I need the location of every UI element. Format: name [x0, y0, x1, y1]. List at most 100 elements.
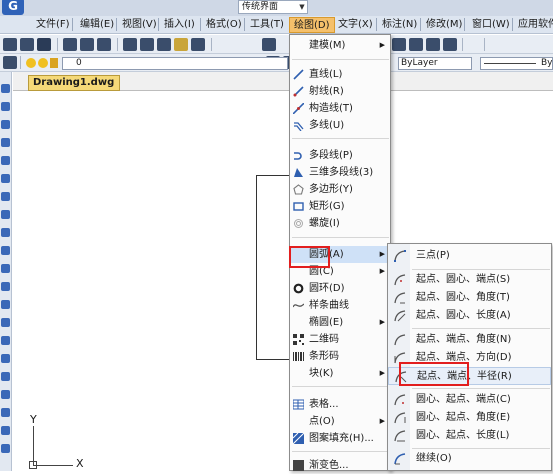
- wipeout-tool-icon[interactable]: [1, 408, 10, 417]
- line-icon: [293, 69, 304, 80]
- arc-item-center-start-length[interactable]: 圆心、起点、长度(L): [388, 427, 551, 445]
- design-center-icon[interactable]: [409, 38, 423, 51]
- revcloud-tool-icon[interactable]: [1, 228, 10, 237]
- draw-menu-item-point[interactable]: 点(O) ▶: [290, 413, 390, 430]
- menu-modify[interactable]: 修改(M): [426, 17, 462, 33]
- gradient-tool-icon[interactable]: [1, 336, 10, 345]
- draw-menu-item-spline[interactable]: 样条曲线: [290, 297, 390, 314]
- menu-tools[interactable]: 工具(T): [250, 17, 284, 33]
- menu-window[interactable]: 窗口(W): [472, 17, 510, 33]
- draw-menu-item-rectangle[interactable]: 矩形(G): [290, 198, 390, 215]
- publish-icon[interactable]: [97, 38, 111, 51]
- open-file-icon[interactable]: [20, 38, 34, 51]
- draw-menu-item-polygon[interactable]: 多边形(Y): [290, 181, 390, 198]
- cut-icon[interactable]: [123, 38, 137, 51]
- block-editor-icon[interactable]: [191, 38, 205, 51]
- drawn-rectangle-edge: [256, 175, 290, 176]
- properties-icon[interactable]: [392, 38, 406, 51]
- arc-item-start-center-length[interactable]: 起点、圆心、长度(A): [388, 307, 551, 325]
- menu-draw[interactable]: 绘图(D): [289, 17, 335, 33]
- arc-item-center-start-end[interactable]: 圆心、起点、端点(C): [388, 391, 551, 409]
- submenu-arrow-icon: ▶: [379, 318, 385, 326]
- new-file-icon[interactable]: [3, 38, 17, 51]
- draw-menu-item-3dpoly[interactable]: 三维多段线(3): [290, 164, 390, 181]
- make-block-tool-icon[interactable]: [1, 282, 10, 291]
- draw-menu-item-table[interactable]: 表格...: [290, 396, 390, 413]
- boundary-tool-icon[interactable]: [1, 426, 10, 435]
- donut-tool-icon[interactable]: [1, 444, 10, 453]
- arc-item-start-end-angle[interactable]: 起点、端点、角度(N): [388, 331, 551, 349]
- draw-menu-item-qrcode[interactable]: 二维码: [290, 331, 390, 348]
- chevron-down-icon[interactable]: ▼: [296, 1, 308, 13]
- draw-menu-item-ray[interactable]: 射线(R): [290, 83, 390, 100]
- menu-dimension[interactable]: 标注(N): [382, 17, 417, 33]
- draw-menu-item-barcode[interactable]: 条形码: [290, 348, 390, 365]
- menu-item-label: 样条曲线: [309, 300, 349, 311]
- draw-menu-item-modeling[interactable]: 建模(M) ▶: [290, 37, 390, 54]
- arc-item-continue[interactable]: 继续(O): [388, 450, 551, 468]
- menu-edit[interactable]: 编辑(E): [80, 17, 114, 33]
- table-tool-icon[interactable]: [1, 372, 10, 381]
- print-preview-icon[interactable]: [80, 38, 94, 51]
- qrcode-icon: [293, 334, 304, 345]
- layer-thaw-icon[interactable]: [38, 58, 48, 68]
- menu-view[interactable]: 视图(V): [122, 17, 157, 33]
- polyline-tool-icon[interactable]: [1, 102, 10, 111]
- draw-menu-item-helix[interactable]: 螺旋(I): [290, 215, 390, 232]
- app-logo-icon[interactable]: G: [2, 0, 24, 15]
- menu-format[interactable]: 格式(O): [206, 17, 242, 33]
- draw-menu-item-line[interactable]: 直线(L): [290, 66, 390, 83]
- arc-item-center-start-angle[interactable]: 圆心、起点、角度(E): [388, 409, 551, 427]
- rectangle-tool-icon[interactable]: [1, 156, 10, 165]
- arc-item-three-point[interactable]: 三点(P): [388, 247, 551, 265]
- point-tool-icon[interactable]: [1, 300, 10, 309]
- menu-separator: [420, 18, 421, 31]
- drawn-rectangle-edge: [256, 359, 290, 360]
- draw-menu-item-block[interactable]: 块(K) ▶: [290, 365, 390, 382]
- tab-drawing1[interactable]: Drawing1.dwg: [28, 75, 120, 91]
- draw-menu-item-polyline[interactable]: 多段线(P): [290, 147, 390, 164]
- menu-item-label: 表格...: [309, 399, 339, 410]
- save-icon[interactable]: [37, 38, 51, 51]
- linetype-combo[interactable]: ByLayer: [398, 57, 472, 70]
- menu-separator: [116, 18, 117, 31]
- draw-menu-item-xline[interactable]: 构造线(T): [290, 100, 390, 117]
- layer-combo[interactable]: [62, 57, 288, 70]
- ucs-x-axis: [33, 465, 73, 466]
- layer-on-icon[interactable]: [26, 58, 36, 68]
- circle-tool-icon[interactable]: [1, 120, 10, 129]
- menu-file[interactable]: 文件(F): [36, 17, 70, 33]
- ellipse-tool-icon[interactable]: [1, 192, 10, 201]
- arc-item-start-center-angle[interactable]: 起点、圆心、角度(T): [388, 289, 551, 307]
- layer-manager-icon[interactable]: [3, 56, 17, 69]
- tool-palette-icon[interactable]: [426, 38, 440, 51]
- arc-tool-icon[interactable]: [1, 138, 10, 147]
- print-icon[interactable]: [63, 38, 77, 51]
- draw-menu-item-ellipse[interactable]: 椭圆(E) ▶: [290, 314, 390, 331]
- menu-separator: [512, 18, 513, 31]
- draw-menu-item-hatch[interactable]: 图案填充(H)...: [290, 430, 390, 447]
- draw-menu-item-mline[interactable]: 多线(U): [290, 117, 390, 134]
- draw-menu-item-gradient[interactable]: 渐变色...: [290, 457, 390, 474]
- paste-icon[interactable]: [157, 38, 171, 51]
- polygon-icon: [293, 184, 304, 195]
- arc-item-start-center-end[interactable]: 起点、圆心、端点(S): [388, 271, 551, 289]
- ellipse-arc-tool-icon[interactable]: [1, 246, 10, 255]
- menu-item-label: 条形码: [309, 351, 339, 362]
- menu-text[interactable]: 文字(X): [338, 17, 373, 33]
- match-properties-icon[interactable]: [174, 38, 188, 51]
- layer-lock-icon[interactable]: [50, 58, 58, 68]
- draw-menu-item-donut[interactable]: 圆环(D): [290, 280, 390, 297]
- line-tool-icon[interactable]: [1, 84, 10, 93]
- copy-icon[interactable]: [140, 38, 154, 51]
- polygon-tool-icon[interactable]: [1, 174, 10, 183]
- insert-block-tool-icon[interactable]: [1, 264, 10, 273]
- region-tool-icon[interactable]: [1, 354, 10, 363]
- calculator-icon[interactable]: [443, 38, 457, 51]
- pan-icon[interactable]: [262, 38, 276, 51]
- mtext-tool-icon[interactable]: [1, 390, 10, 399]
- spline-tool-icon[interactable]: [1, 210, 10, 219]
- menu-apps[interactable]: 应用软件: [518, 17, 553, 33]
- hatch-tool-icon[interactable]: [1, 318, 10, 327]
- menu-insert[interactable]: 插入(I): [164, 17, 195, 33]
